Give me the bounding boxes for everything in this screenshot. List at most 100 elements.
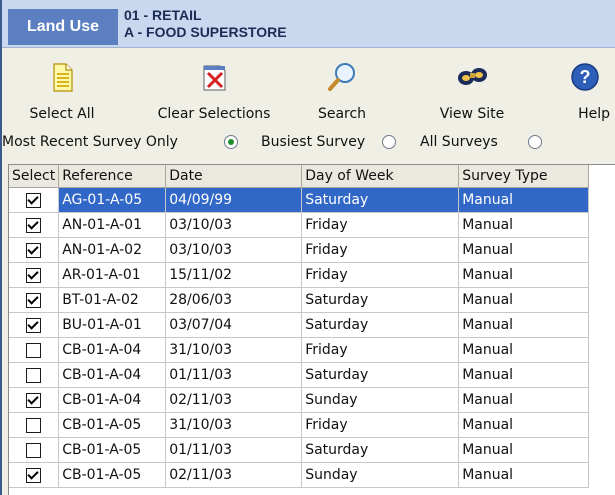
column-survey-type[interactable]: Survey Type xyxy=(458,165,590,188)
select-checkbox[interactable] xyxy=(26,267,42,283)
column-date[interactable]: Date xyxy=(165,165,303,188)
busiest-radio[interactable] xyxy=(382,135,396,149)
table-row[interactable]: CB-01-A-05 01/11/03 Saturday Manual xyxy=(9,437,590,463)
select-cell xyxy=(9,212,60,238)
reference-cell: AR-01-A-01 xyxy=(58,262,167,288)
column-day-of-week[interactable]: Day of Week xyxy=(301,165,460,188)
survey-type-cell: Manual xyxy=(458,437,590,463)
select-cell xyxy=(9,187,60,213)
table-row[interactable]: CB-01-A-04 01/11/03 Saturday Manual xyxy=(9,362,590,388)
select-checkbox[interactable] xyxy=(26,317,42,333)
column-reference[interactable]: Reference xyxy=(58,165,167,188)
survey-type-cell: Manual xyxy=(458,337,590,363)
clear-selections-button[interactable]: Clear Selections xyxy=(152,48,276,126)
date-cell: 31/10/03 xyxy=(165,412,303,438)
select-checkbox[interactable] xyxy=(26,367,42,383)
select-checkbox[interactable] xyxy=(26,342,42,358)
survey-type-cell: Manual xyxy=(458,412,590,438)
select-checkbox[interactable] xyxy=(26,217,42,233)
most-recent-radio[interactable] xyxy=(224,135,238,149)
most-recent-label: Most Recent Survey Only xyxy=(2,134,178,150)
table-row[interactable]: BU-01-A-01 03/07/04 Saturday Manual xyxy=(9,312,590,338)
view-site-label: View Site xyxy=(439,106,505,122)
clear-document-icon xyxy=(203,65,226,91)
search-button[interactable]: Search xyxy=(306,48,378,126)
day-of-week-cell: Friday xyxy=(301,237,460,263)
reference-cell: CB-01-A-05 xyxy=(58,437,167,463)
table-row[interactable]: AG-01-A-05 04/09/99 Saturday Manual xyxy=(9,187,590,213)
table-row[interactable]: CB-01-A-05 02/11/03 Sunday Manual xyxy=(9,462,590,488)
select-checkbox[interactable] xyxy=(26,392,42,408)
table-header-row: Select Reference Date Day of Week Survey… xyxy=(9,165,590,188)
survey-type-cell: Manual xyxy=(458,387,590,413)
select-checkbox[interactable] xyxy=(26,467,42,483)
select-cell xyxy=(9,237,60,263)
date-cell: 28/06/03 xyxy=(165,287,303,313)
app-window: Land Use 01 - RETAIL A - FOOD SUPERSTORE… xyxy=(0,0,615,495)
clear-selections-label: Clear Selections xyxy=(157,106,271,122)
survey-type-cell: Manual xyxy=(458,462,590,488)
reference-cell: CB-01-A-04 xyxy=(58,387,167,413)
all-surveys-label: All Surveys xyxy=(420,134,498,150)
all-surveys-radio[interactable] xyxy=(528,135,542,149)
table-row[interactable]: AN-01-A-02 03/10/03 Friday Manual xyxy=(9,237,590,263)
date-cell: 01/11/03 xyxy=(165,362,303,388)
table-row[interactable]: AN-01-A-01 03/10/03 Friday Manual xyxy=(9,212,590,238)
select-checkbox[interactable] xyxy=(26,192,42,208)
survey-type-cell: Manual xyxy=(458,287,590,313)
reference-cell: BT-01-A-02 xyxy=(58,287,167,313)
table-row[interactable]: CB-01-A-04 31/10/03 Friday Manual xyxy=(9,337,590,363)
date-cell: 15/11/02 xyxy=(165,262,303,288)
table-row[interactable]: AR-01-A-01 15/11/02 Friday Manual xyxy=(9,262,590,288)
survey-type-cell: Manual xyxy=(458,237,590,263)
survey-type-cell: Manual xyxy=(458,212,590,238)
survey-type-cell: Manual xyxy=(458,362,590,388)
select-checkbox[interactable] xyxy=(26,242,42,258)
survey-type-cell: Manual xyxy=(458,187,590,213)
select-checkbox[interactable] xyxy=(26,417,42,433)
day-of-week-cell: Saturday xyxy=(301,312,460,338)
table-row[interactable]: CB-01-A-04 02/11/03 Sunday Manual xyxy=(9,387,590,413)
help-button[interactable]: ? Help xyxy=(560,48,610,126)
date-cell: 03/10/03 xyxy=(165,237,303,263)
table-row[interactable]: CB-01-A-05 31/10/03 Friday Manual xyxy=(9,412,590,438)
select-cell xyxy=(9,337,60,363)
column-select[interactable]: Select xyxy=(9,165,60,188)
day-of-week-cell: Sunday xyxy=(301,387,460,413)
land-use-description: 01 - RETAIL A - FOOD SUPERSTORE xyxy=(124,7,287,41)
table-row[interactable]: BT-01-A-02 28/06/03 Saturday Manual xyxy=(9,287,590,313)
reference-cell: CB-01-A-05 xyxy=(58,412,167,438)
day-of-week-cell: Friday xyxy=(301,412,460,438)
select-cell xyxy=(9,262,60,288)
select-cell xyxy=(9,312,60,338)
survey-grid: Select Reference Date Day of Week Survey… xyxy=(8,164,615,495)
select-cell xyxy=(9,362,60,388)
select-cell xyxy=(9,387,60,413)
survey-filter: Most Recent Survey Only Busiest Survey A… xyxy=(2,126,615,160)
view-site-button[interactable]: View Site xyxy=(430,48,514,126)
date-cell: 31/10/03 xyxy=(165,337,303,363)
survey-type-cell: Manual xyxy=(458,312,590,338)
land-use-header: Land Use 01 - RETAIL A - FOOD SUPERSTORE xyxy=(2,0,615,48)
land-use-subcategory: A - FOOD SUPERSTORE xyxy=(124,24,287,40)
select-cell xyxy=(9,462,60,488)
date-cell: 02/11/03 xyxy=(165,462,303,488)
search-label: Search xyxy=(317,106,367,122)
select-cell xyxy=(9,412,60,438)
select-checkbox[interactable] xyxy=(26,292,42,308)
land-use-badge: Land Use xyxy=(8,9,118,45)
date-cell: 03/10/03 xyxy=(165,212,303,238)
date-cell: 01/11/03 xyxy=(165,437,303,463)
binoculars-icon xyxy=(458,68,487,85)
document-icon xyxy=(53,63,73,92)
date-cell: 03/07/04 xyxy=(165,312,303,338)
select-all-button[interactable]: Select All xyxy=(20,48,104,126)
select-checkbox[interactable] xyxy=(26,442,42,458)
day-of-week-cell: Saturday xyxy=(301,187,460,213)
day-of-week-cell: Saturday xyxy=(301,362,460,388)
reference-cell: AN-01-A-02 xyxy=(58,237,167,263)
select-cell xyxy=(9,287,60,313)
select-all-label: Select All xyxy=(29,106,95,122)
reference-cell: AG-01-A-05 xyxy=(58,187,167,213)
day-of-week-cell: Friday xyxy=(301,212,460,238)
